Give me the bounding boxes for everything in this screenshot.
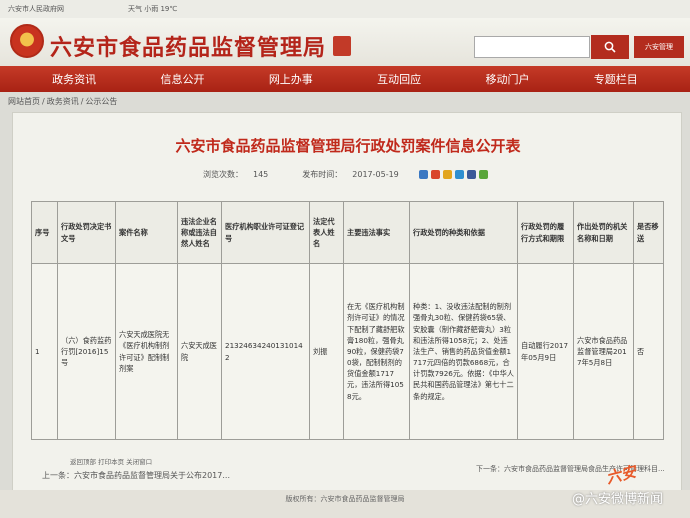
cell-case-name: 六安天成医院无《医疗机构制剂许可证》配制制剂案 — [115, 263, 178, 440]
search-input[interactable] — [474, 36, 590, 58]
published-date: 2017-05-19 — [352, 170, 399, 179]
share-tencent-icon[interactable] — [454, 170, 464, 179]
cell-legal-rep: 刘振 — [309, 263, 344, 440]
cell-decision-number: （六）食药监药行罚[2016]15号 — [57, 263, 116, 440]
breadcrumb-notices[interactable]: 公示公告 — [85, 97, 117, 106]
views-count: 145 — [253, 170, 269, 179]
col-header: 行政处罚决定书文号 — [57, 201, 116, 264]
cell-penalty-basis: 种类：1、没收违法配制的制剂强骨丸30粒、保健药袋65袋、安胶囊（制作藏舒舥膏丸… — [409, 263, 518, 440]
share-plus-icon[interactable] — [418, 170, 428, 179]
site-header: 六安市食品药品监督管理局 六安管理 — [0, 18, 690, 66]
col-header: 行政处罚的种类和依据 — [409, 201, 518, 264]
col-header: 案件名称 — [115, 201, 178, 264]
main-nav: 政务资讯 信息公开 网上办事 互动回应 移动门户 专题栏目 — [0, 66, 690, 92]
nav-item-online[interactable]: 网上办事 — [269, 71, 313, 87]
nav-item-topics[interactable]: 专题栏目 — [594, 71, 638, 87]
nav-item-mobile[interactable]: 移动门户 — [485, 71, 529, 87]
search-button[interactable] — [591, 35, 629, 59]
views-label: 浏览次数： — [203, 170, 243, 179]
footer-copyright: 版权所有：六安市食品药品监督管理局 — [285, 495, 405, 503]
cell-index: 1 — [31, 263, 58, 440]
breadcrumb-home[interactable]: 网站首页 — [8, 97, 40, 106]
breadcrumb: 网站首页 / 政务资讯 / 公示公告 — [8, 97, 118, 106]
table-header-row: 序号 行政处罚决定书文号 案件名称 违法企业名称或违法自然人姓名 医疗机构职业许… — [31, 201, 664, 264]
breadcrumb-news[interactable]: 政务资讯 — [47, 97, 79, 106]
watermark-text: @六安微博新闻 — [572, 492, 664, 507]
page-title: 六安市食品药品监督管理局行政处罚案件信息公开表 — [175, 137, 521, 155]
cell-authority-date: 六安市食品药品监督管理局2017年5月8日 — [573, 263, 634, 440]
next-article-link[interactable]: 下一条：六安市食品药品监督管理局食品生产许可管理科目... — [476, 464, 665, 474]
admin-button[interactable]: 六安管理 — [634, 36, 684, 58]
cell-transfer: 否 — [633, 263, 664, 440]
top-links — [654, 5, 678, 12]
site-title[interactable]: 六安市食品药品监督管理局 — [50, 30, 326, 62]
published-label: 发布时间： — [302, 170, 343, 179]
cell-violation-facts: 在无《医疗机构制剂许可证》的情况下配制了藏舒舥软膏180粒，强骨丸90粒，保健药… — [343, 263, 410, 440]
national-emblem-icon — [10, 24, 44, 58]
gov-site-link[interactable]: 六安市人民政府网 — [8, 4, 64, 14]
nav-item-interaction[interactable]: 互动回应 — [377, 71, 421, 87]
top-bar: 六安市人民政府网 天气 小雨 19℃ — [0, 0, 690, 18]
col-header: 是否移送 — [633, 201, 664, 264]
cell-execution: 自动履行2017年05月9日 — [517, 263, 574, 440]
col-header: 行政处罚的履行方式和期限 — [517, 201, 574, 264]
content-panel: 六安市食品药品监督管理局行政处罚案件信息公开表 浏览次数： 145 发布时间： … — [12, 112, 682, 504]
doc-meta: 浏览次数： 145 发布时间： 2017-05-19 — [203, 169, 488, 180]
share-weibo-icon[interactable] — [430, 170, 440, 179]
nav-item-info[interactable]: 信息公开 — [160, 71, 204, 87]
search-icon — [604, 41, 616, 53]
weather-info: 天气 小雨 19℃ — [128, 5, 178, 13]
col-header: 作出处罚的机关名称和日期 — [573, 201, 634, 264]
page-tools[interactable]: 返回顶部 打印本页 关闭窗口 — [70, 456, 152, 466]
cell-license-number: 213246342401310142 — [221, 263, 310, 440]
prev-article-link[interactable]: 上一条：六安市食品药品监督管理局关于公布2017... — [42, 470, 230, 481]
col-header: 主要违法事实 — [343, 201, 410, 264]
share-renren-icon[interactable] — [466, 170, 476, 179]
case-table: 序号 行政处罚决定书文号 案件名称 违法企业名称或违法自然人姓名 医疗机构职业许… — [31, 201, 664, 440]
col-header: 序号 — [31, 201, 58, 264]
share-douban-icon[interactable] — [478, 170, 488, 179]
col-header: 医疗机构职业许可证登记号 — [221, 201, 310, 264]
nav-item-news[interactable]: 政务资讯 — [52, 71, 96, 87]
cell-entity-name: 六安天成医院 — [177, 263, 222, 440]
share-qzone-icon[interactable] — [442, 170, 452, 179]
col-header: 法定代表人姓名 — [309, 201, 344, 264]
col-header: 违法企业名称或违法自然人姓名 — [177, 201, 222, 264]
table-row: 1 （六）食药监药行罚[2016]15号 六安天成医院无《医疗机构制剂许可证》配… — [31, 263, 664, 440]
seal-icon — [333, 36, 351, 56]
share-buttons — [418, 170, 488, 179]
